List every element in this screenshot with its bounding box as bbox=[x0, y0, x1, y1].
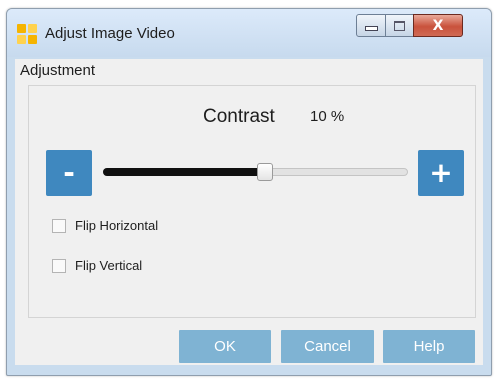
title-bar[interactable]: Adjust Image Video X bbox=[7, 9, 491, 57]
app-icon bbox=[17, 24, 37, 44]
maximize-icon bbox=[394, 20, 405, 31]
ok-button[interactable]: OK bbox=[179, 330, 271, 363]
flip-horizontal-checkbox[interactable] bbox=[52, 218, 66, 233]
contrast-slider-thumb[interactable] bbox=[256, 163, 273, 181]
flip-horizontal-label: Flip Horizontal bbox=[75, 218, 159, 233]
close-button[interactable]: X bbox=[413, 14, 463, 37]
contrast-value: 10 % bbox=[310, 108, 345, 125]
flip-vertical-checkbox[interactable] bbox=[52, 258, 66, 273]
flip-vertical-label: Flip Vertical bbox=[75, 258, 143, 273]
decrease-button[interactable]: - bbox=[46, 150, 92, 196]
contrast-slider-fill bbox=[103, 168, 265, 176]
cancel-button[interactable]: Cancel bbox=[281, 330, 374, 363]
contrast-label: Contrast bbox=[203, 106, 275, 127]
minimize-icon bbox=[364, 26, 378, 31]
flip-horizontal-option[interactable]: Flip Horizontal bbox=[52, 218, 158, 233]
window-title: Adjust Image Video bbox=[45, 25, 175, 42]
close-icon: X bbox=[432, 17, 444, 34]
maximize-button[interactable] bbox=[385, 14, 414, 37]
minimize-button[interactable] bbox=[356, 14, 386, 37]
increase-button[interactable]: + bbox=[418, 150, 464, 196]
section-title: Adjustment bbox=[20, 62, 96, 79]
help-button[interactable]: Help bbox=[383, 330, 475, 363]
flip-vertical-option[interactable]: Flip Vertical bbox=[52, 258, 142, 273]
